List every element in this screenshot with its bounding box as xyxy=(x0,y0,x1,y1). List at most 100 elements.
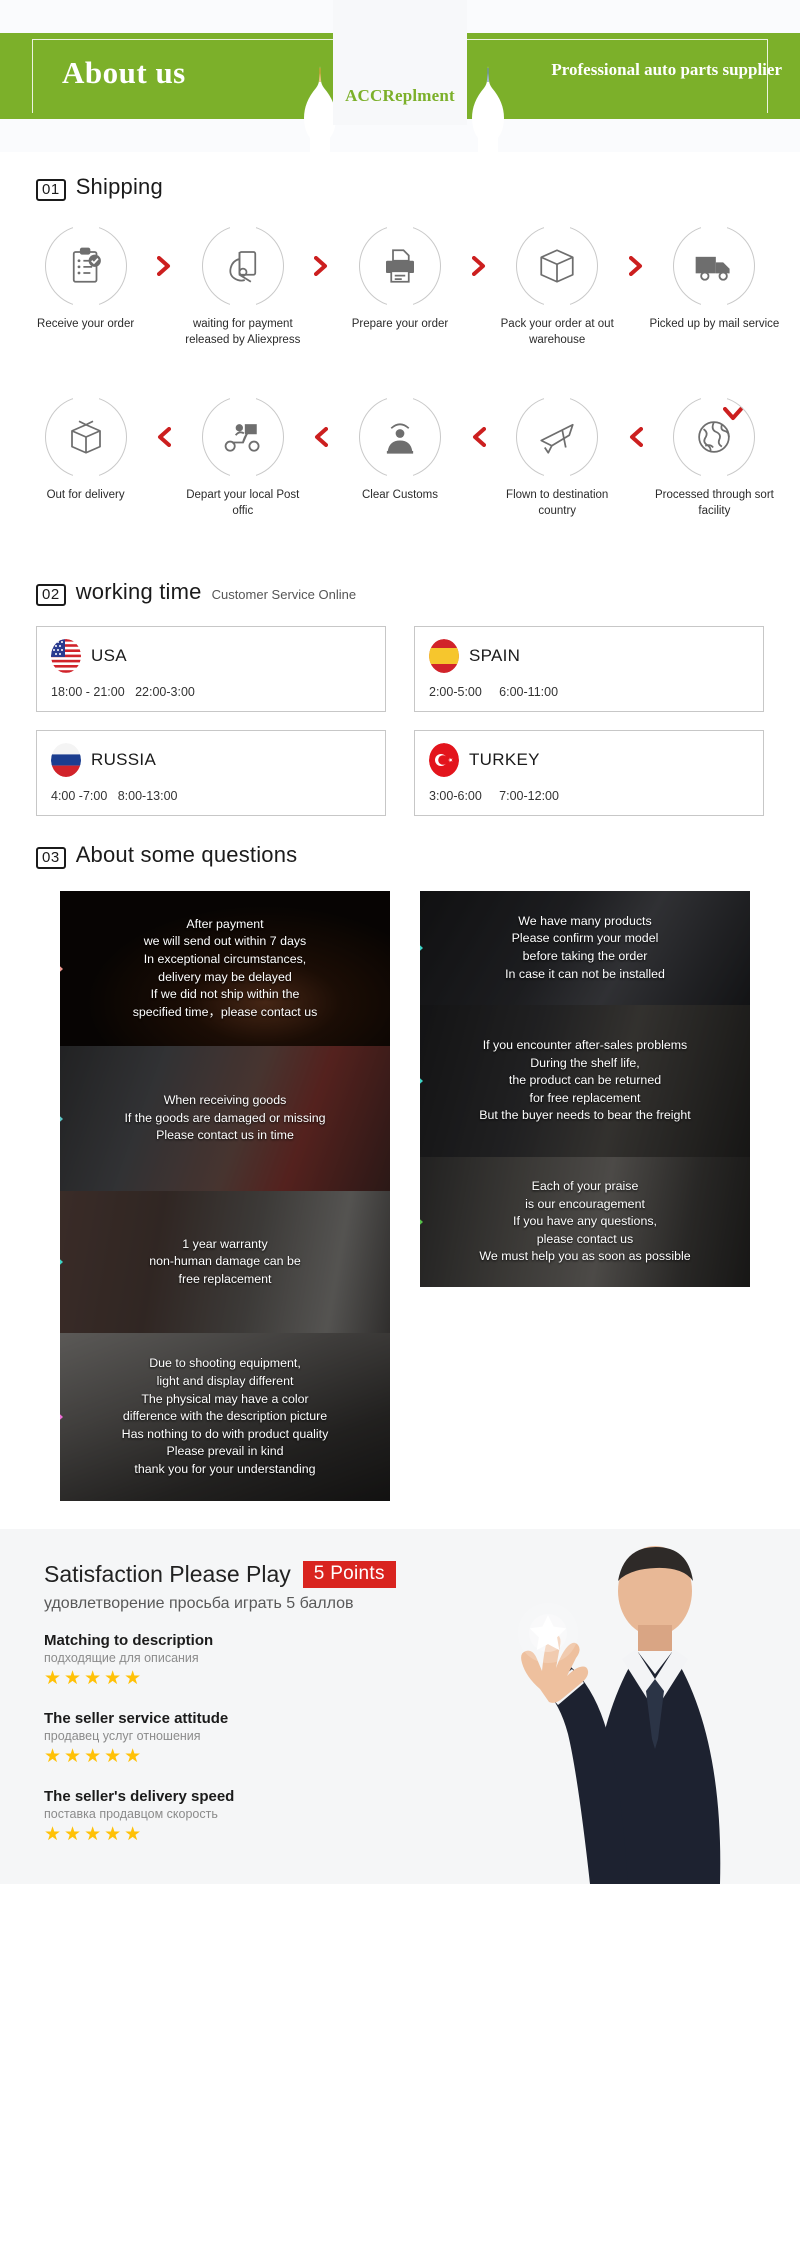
open-box-icon xyxy=(65,416,107,458)
faq-text: Each of your praise is our encouragement… xyxy=(479,1179,691,1264)
shipping-step: Depart your local Post offic xyxy=(175,396,310,519)
step-label: Picked up by mail service xyxy=(649,318,780,330)
step-label: waiting for payment released by Aliexpre… xyxy=(185,318,301,346)
shipping-step: Prepare your order xyxy=(332,225,467,333)
truck-icon xyxy=(692,244,736,288)
satisfaction-title-row: Satisfaction Please Play 5 Points xyxy=(44,1561,474,1589)
hand-card-icon xyxy=(222,245,264,287)
shipping-step: waiting for payment released by Aliexpre… xyxy=(175,225,310,348)
shipping-step: Receive your order xyxy=(18,225,153,333)
faq-columns: After payment we will send out within 7 … xyxy=(0,869,800,1502)
faq-section: 03 About some questions After payment we… xyxy=(0,816,800,1502)
rating-item: Matching to description подходящие для о… xyxy=(44,1632,474,1691)
step-label: Out for delivery xyxy=(46,489,125,502)
step-label: Flown to destination country xyxy=(506,489,609,517)
rating-title: The seller's delivery speed xyxy=(44,1787,235,1805)
brand-logo-text: ACCReplment xyxy=(345,86,455,105)
faq-column-right: We have many products Please confirm you… xyxy=(420,891,750,1288)
shipping-step: Clear Customs xyxy=(332,396,467,504)
country-hours-grid: USA 18:00 - 21:00 22:00-3:00 SPAIN 2:00-… xyxy=(0,606,800,817)
step-circle xyxy=(44,396,127,479)
star-rating: ★★★★★ xyxy=(44,1745,145,1767)
box-icon xyxy=(536,245,578,287)
turkey-flag-icon xyxy=(429,743,459,778)
step-label: Depart your local Post offic xyxy=(186,489,300,517)
step-circle xyxy=(359,225,441,307)
faq-text: 1 year warranty non-human damage can be … xyxy=(149,1236,301,1286)
country-name: TURKEY xyxy=(469,750,540,770)
faq-arrow-icon xyxy=(420,1211,423,1234)
clipboard-check-icon xyxy=(65,245,107,287)
chevron-right-icon xyxy=(153,225,175,307)
country-name: USA xyxy=(91,646,127,666)
rating-subtitle: подходящие для описания xyxy=(44,1651,199,1666)
scooter-delivery-icon xyxy=(221,415,265,459)
rating-subtitle: поставка продавцом скорость xyxy=(44,1806,218,1821)
banner-title: About us xyxy=(62,55,186,90)
shipping-heading: 01 Shipping xyxy=(0,174,800,201)
satisfaction-section: Satisfaction Please Play 5 Points удовле… xyxy=(0,1529,800,1885)
country-hours: 2:00-5:00 6:00-11:00 xyxy=(429,685,559,700)
chevron-left-icon xyxy=(468,396,490,478)
faq-text: After payment we will send out within 7 … xyxy=(132,916,318,1019)
shipping-steps-row-1: Receive your order waiting for payment r… xyxy=(0,225,800,420)
working-time-heading: 02 working time Customer Service Online xyxy=(0,579,800,607)
shipping-step: Out for delivery xyxy=(18,396,153,504)
spain-flag-icon xyxy=(429,639,459,674)
country-hours: 4:00 -7:00 8:00-13:00 xyxy=(51,789,178,804)
country-hours: 18:00 - 21:00 22:00-3:00 xyxy=(51,685,195,700)
country-header: TURKEY xyxy=(429,743,749,778)
section-note: Customer Service Online xyxy=(211,587,357,603)
star-rating: ★★★★★ xyxy=(44,1668,145,1690)
faq-arrow-icon xyxy=(60,1406,63,1429)
faq-text: If you encounter after-sales problems Du… xyxy=(479,1038,691,1123)
faq-text: Due to shooting equipment, light and dis… xyxy=(121,1356,329,1477)
about-us-banner: About us ACCReplment Professional auto p… xyxy=(0,0,800,152)
step-circle xyxy=(516,225,599,307)
rating-subtitle: продавец услуг отношения xyxy=(44,1728,201,1743)
chevron-right-icon xyxy=(468,225,490,307)
step-circle xyxy=(44,225,127,307)
rating-item: The seller's delivery speed поставка про… xyxy=(44,1788,474,1847)
country-name: RUSSIA xyxy=(91,750,157,770)
faq-panel: After payment we will send out within 7 … xyxy=(60,891,390,1047)
faq-arrow-icon xyxy=(420,1070,423,1093)
country-card-usa: USA 18:00 - 21:00 22:00-3:00 xyxy=(36,626,386,713)
chevron-left-icon xyxy=(153,396,175,478)
chevron-right-icon xyxy=(310,225,332,307)
chevron-right-icon xyxy=(625,225,647,307)
rating-title: The seller service attitude xyxy=(44,1709,229,1727)
section-title: working time xyxy=(75,579,202,605)
satisfaction-title: Satisfaction Please Play xyxy=(44,1561,291,1588)
satisfaction-content: Satisfaction Please Play 5 Points удовле… xyxy=(44,1561,474,1846)
faq-column-left: After payment we will send out within 7 … xyxy=(60,891,390,1502)
step-circle xyxy=(516,396,599,479)
faq-heading: 03 About some questions xyxy=(0,842,800,870)
shipping-steps-row-2: Out for delivery Depart your local Post … xyxy=(0,396,800,519)
faq-panel: When receiving goods If the goods are da… xyxy=(60,1046,390,1192)
faq-panel: Each of your praise is our encouragement… xyxy=(420,1157,750,1288)
businessman-photo xyxy=(440,1529,800,1885)
chevron-left-icon xyxy=(625,396,647,478)
star-rating: ★★★★★ xyxy=(44,1823,145,1845)
globe-icon xyxy=(693,416,735,458)
russia-flag-icon xyxy=(51,743,81,778)
country-card-russia: RUSSIA 4:00 -7:00 8:00-13:00 xyxy=(36,730,386,817)
section-number: 01 xyxy=(36,179,66,201)
faq-arrow-icon xyxy=(60,957,63,980)
step-label: Clear Customs xyxy=(361,489,439,502)
section-title: About some questions xyxy=(75,842,298,868)
country-header: SPAIN xyxy=(429,639,749,674)
country-header: USA xyxy=(51,639,371,674)
step-circle xyxy=(673,396,756,479)
step-label: Prepare your order xyxy=(351,318,449,330)
faq-arrow-icon xyxy=(420,937,423,960)
faq-panel: If you encounter after-sales problems Du… xyxy=(420,1005,750,1158)
shipping-step: Flown to destination country xyxy=(490,396,625,519)
section-number: 03 xyxy=(36,847,66,870)
faq-panel: 1 year warranty non-human damage can be … xyxy=(60,1191,390,1334)
section-number: 02 xyxy=(36,584,66,607)
step-circle xyxy=(673,225,756,307)
banner-subtitle: Professional auto parts supplier xyxy=(551,60,782,79)
shipping-step: Processed through sort facility xyxy=(647,396,782,519)
